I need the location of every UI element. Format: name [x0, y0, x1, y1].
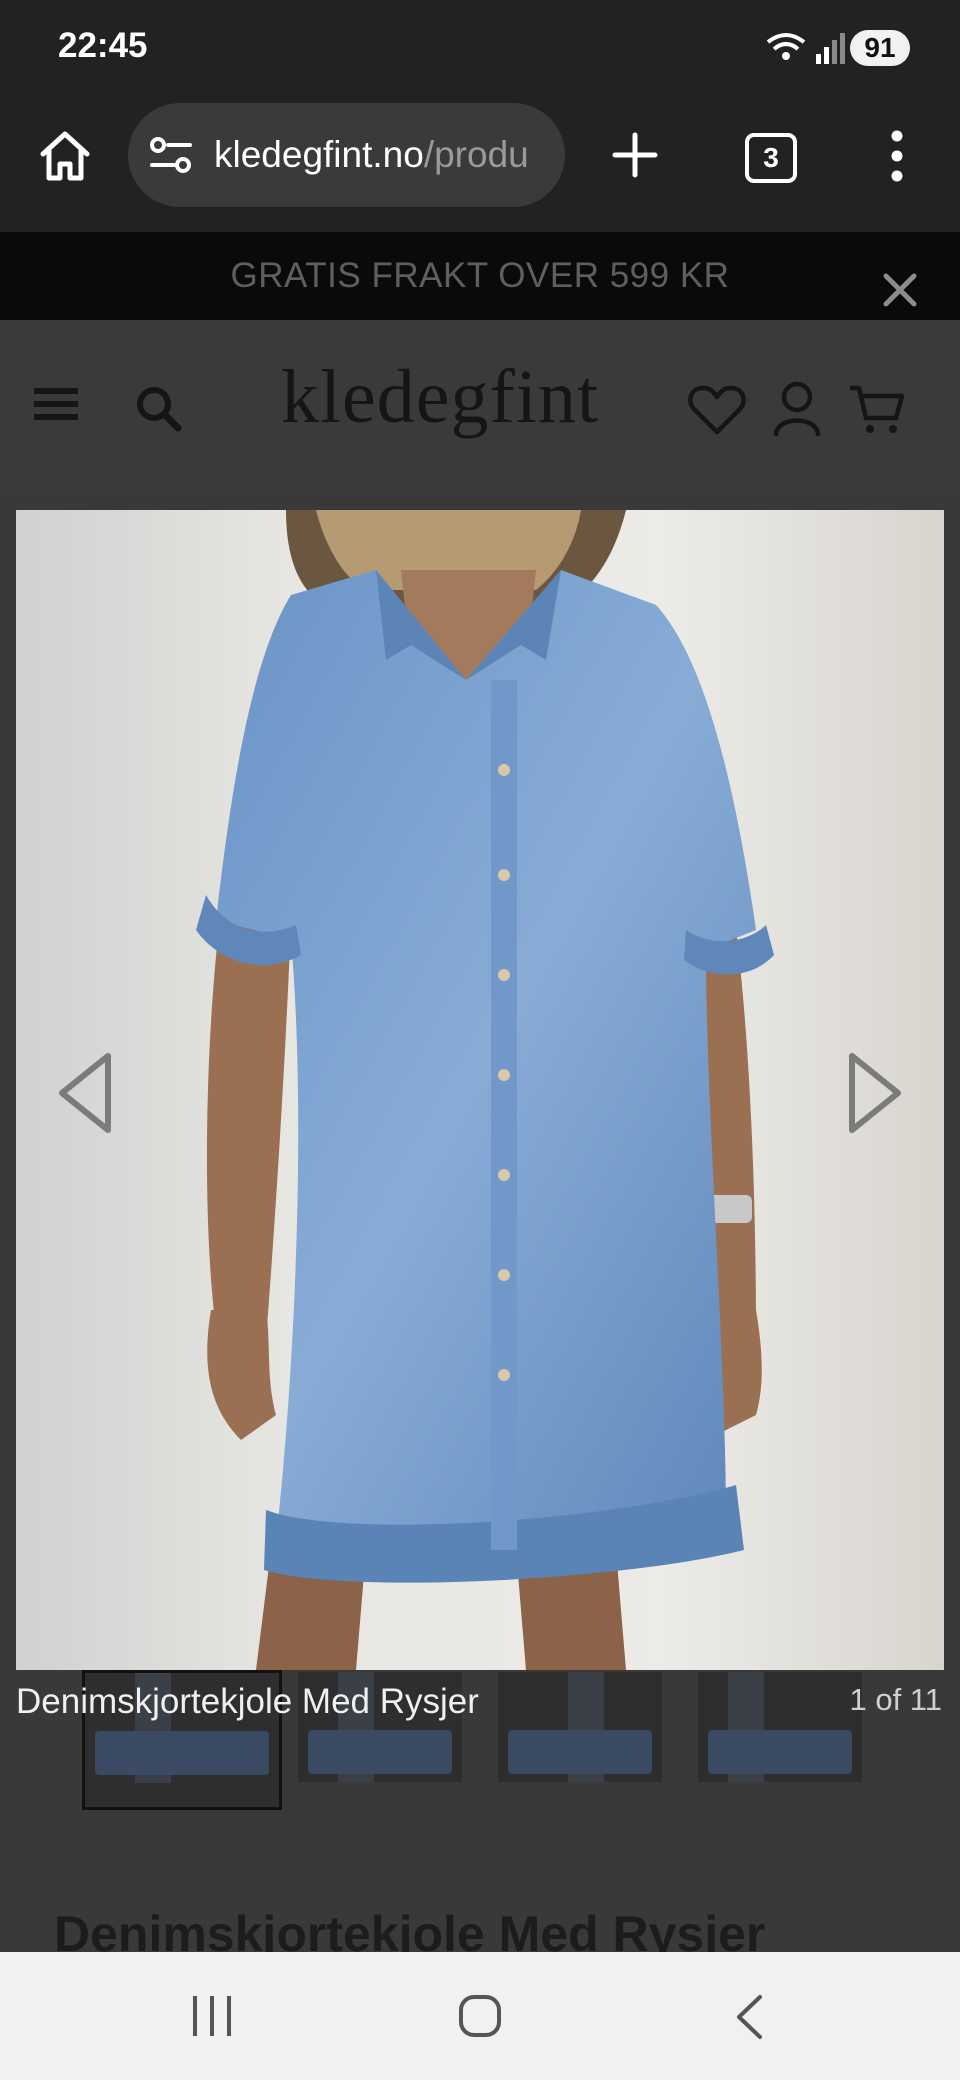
home-icon[interactable] — [38, 130, 92, 182]
search-icon[interactable] — [134, 384, 182, 432]
promo-text: GRATIS FRAKT OVER 599 KR — [230, 256, 730, 295]
back-icon[interactable] — [734, 1994, 764, 2040]
url-text[interactable]: kledegfint.no/produ — [214, 134, 549, 176]
site-settings-icon[interactable] — [148, 136, 194, 174]
account-icon[interactable] — [772, 380, 822, 436]
url-host: kledegfint.no — [214, 134, 424, 175]
product-photo-illustration — [196, 510, 774, 1670]
site-logo[interactable]: kledegfint — [250, 354, 630, 441]
wishlist-heart-icon[interactable] — [688, 384, 746, 436]
image-caption: Denimskjortekjole Med Rysjer — [16, 1682, 479, 1721]
home-button-icon[interactable] — [458, 1994, 502, 2038]
thumbnail-3[interactable] — [498, 1672, 662, 1782]
recent-apps-icon[interactable] — [190, 1996, 234, 2036]
more-options-icon[interactable] — [884, 130, 910, 182]
status-time: 22:45 — [58, 26, 148, 65]
battery-indicator: 91 — [850, 30, 910, 66]
image-counter: 1 of 11 — [849, 1682, 942, 1717]
signal-wifi-icon — [766, 33, 845, 64]
new-tab-icon[interactable] — [612, 132, 658, 178]
previous-image-icon[interactable] — [56, 1052, 112, 1134]
cart-icon[interactable] — [848, 384, 906, 436]
url-path: /produ — [423, 134, 529, 175]
product-image[interactable] — [16, 510, 944, 1670]
close-icon[interactable] — [882, 272, 918, 308]
menu-icon[interactable] — [34, 386, 78, 422]
tab-switcher-button[interactable]: 3 — [745, 133, 797, 183]
next-image-icon[interactable] — [848, 1052, 904, 1134]
